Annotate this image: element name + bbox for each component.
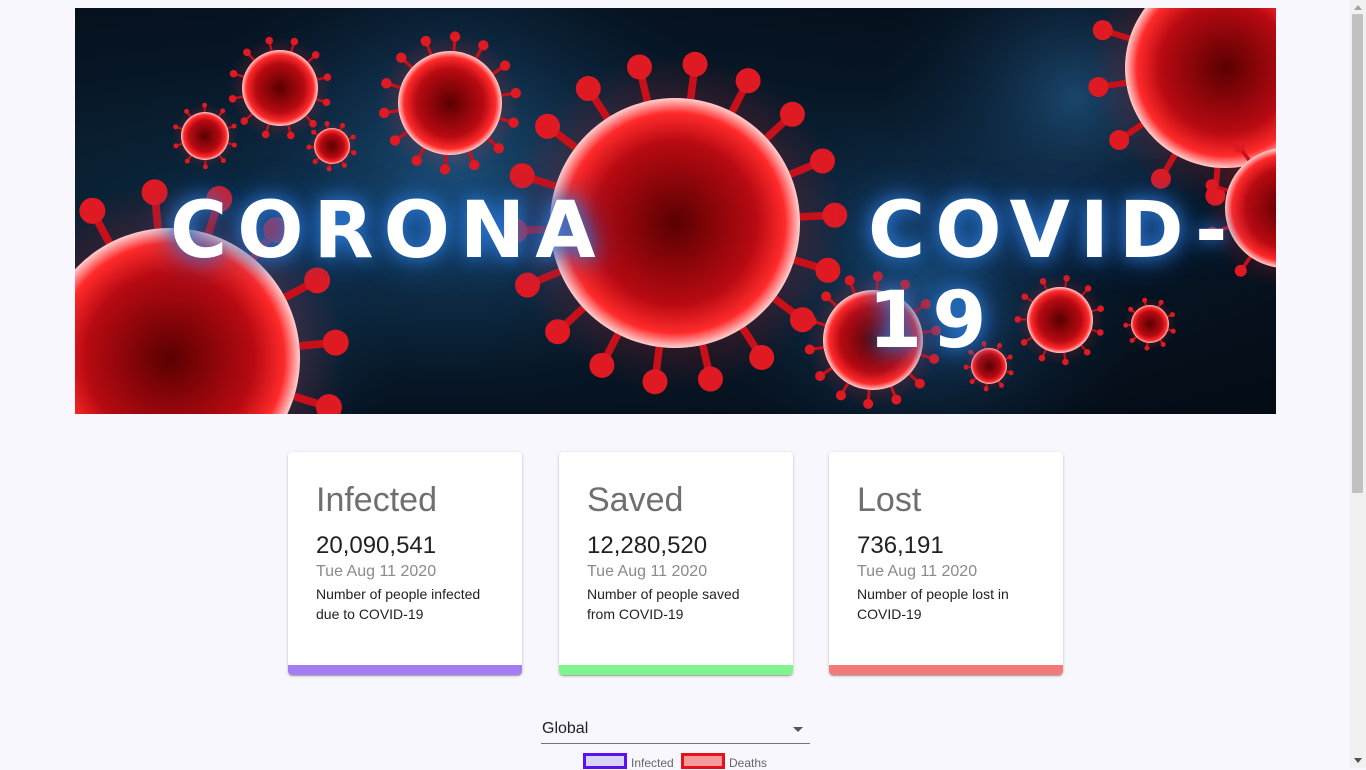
card-count: 12,280,520 [587, 532, 765, 560]
saved-card: Saved 12,280,520 Tue Aug 11 2020 Number … [559, 452, 793, 675]
card-accent-bar [559, 665, 793, 675]
card-description: Number of people infected due to COVID-1… [316, 584, 494, 624]
card-date: Tue Aug 11 2020 [316, 562, 494, 582]
vertical-scrollbar[interactable] [1350, 0, 1366, 768]
infected-card: Infected 20,090,541 Tue Aug 11 2020 Numb… [288, 452, 522, 675]
dropdown-arrow-icon [793, 727, 803, 732]
card-accent-bar [288, 665, 522, 675]
card-title: Infected [316, 482, 494, 518]
card-title: Saved [587, 482, 765, 518]
banner-word-covid: COVID-19 [868, 186, 1276, 366]
legend-swatch-infected [583, 753, 627, 769]
card-count: 20,090,541 [316, 532, 494, 560]
corona-banner-image: CORONA COVID-19 [75, 8, 1276, 414]
card-date: Tue Aug 11 2020 [857, 562, 1035, 582]
lost-card: Lost 736,191 Tue Aug 11 2020 Number of p… [829, 452, 1063, 675]
scrollbar-thumb[interactable] [1352, 14, 1363, 493]
scroll-up-arrow-icon[interactable] [1354, 5, 1362, 10]
legend-item-deaths[interactable]: Deaths [681, 753, 767, 770]
card-title: Lost [857, 482, 1035, 518]
legend-item-infected[interactable]: Infected [583, 753, 674, 770]
country-select-value: Global [542, 720, 588, 738]
card-accent-bar [829, 665, 1063, 675]
country-select[interactable]: Global [541, 714, 810, 744]
page: CORONA COVID-19 Infected 20,090,541 Tue … [0, 0, 1350, 768]
legend-swatch-deaths [681, 753, 725, 769]
card-date: Tue Aug 11 2020 [587, 562, 765, 582]
card-description: Number of people saved from COVID-19 [587, 584, 765, 624]
scroll-down-arrow-icon[interactable] [1354, 758, 1362, 763]
card-count: 736,191 [857, 532, 1035, 560]
card-description: Number of people lost in COVID-19 [857, 584, 1035, 624]
banner-word-corona: CORONA [170, 186, 606, 276]
